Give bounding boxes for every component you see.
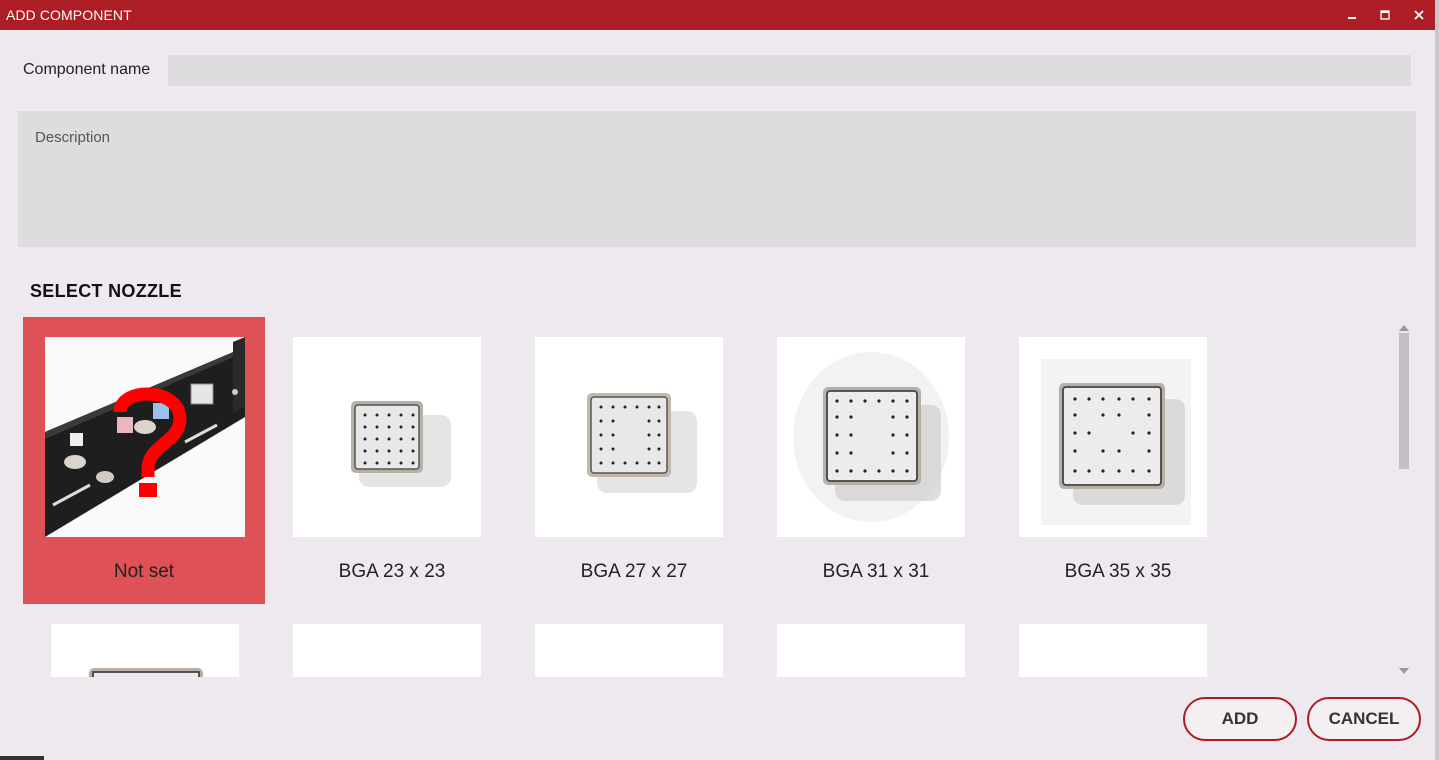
title-bar: ADD COMPONENT [0, 0, 1435, 30]
nozzle-tile[interactable] [271, 604, 513, 677]
nozzle-image [293, 624, 481, 677]
description-field[interactable] [18, 111, 1416, 247]
scroll-down-arrow-icon[interactable] [1398, 663, 1410, 674]
component-name-input[interactable] [168, 55, 1411, 86]
nozzle-image [51, 624, 239, 677]
nozzle-label: BGA 23 x 23 [338, 561, 446, 582]
minimize-icon [1348, 17, 1356, 19]
nozzle-image-bga-23 [293, 337, 481, 537]
nozzle-tile-not-set[interactable]: Not set [23, 317, 265, 604]
nozzle-tile-bga-31[interactable]: BGA 31 x 31 [755, 317, 997, 604]
window-title: ADD COMPONENT [6, 7, 132, 23]
nozzle-label: Not set [113, 561, 175, 582]
nozzle-image-bga-31 [777, 337, 965, 537]
nozzle-image-not-set [45, 337, 245, 537]
nozzle-label: BGA 35 x 35 [1064, 561, 1172, 582]
nozzle-image [535, 624, 723, 677]
nozzle-tile-bga-23[interactable]: BGA 23 x 23 [271, 317, 513, 604]
nozzle-label: BGA 27 x 27 [580, 561, 688, 582]
scrollbar-thumb[interactable] [1399, 333, 1409, 469]
close-button[interactable] [1404, 0, 1434, 30]
nozzle-tile[interactable] [755, 604, 997, 677]
nozzle-grid: Not set BGA 23 x 23 BGA 27 x 27 BGA 31 x… [18, 317, 1396, 677]
window-edge [1435, 0, 1439, 760]
nozzle-tile-bga-27[interactable]: BGA 27 x 27 [513, 317, 755, 604]
close-icon [1414, 10, 1424, 20]
component-name-label: Component name [23, 61, 151, 78]
select-nozzle-heading: SELECT NOZZLE [30, 281, 182, 301]
maximize-button[interactable] [1370, 0, 1400, 30]
nozzle-label: BGA 31 x 31 [822, 561, 930, 582]
add-button[interactable]: ADD [1183, 697, 1297, 741]
nozzle-image [1019, 624, 1207, 677]
nozzle-tile-bga-35[interactable]: BGA 35 x 35 [997, 317, 1239, 604]
nozzle-image [777, 624, 965, 677]
nozzle-tile[interactable] [513, 604, 755, 677]
cancel-button[interactable]: CANCEL [1307, 697, 1421, 741]
nozzle-image-bga-35 [1019, 337, 1207, 537]
scroll-up-arrow-icon[interactable] [1398, 320, 1410, 331]
nozzle-tile[interactable] [23, 604, 265, 677]
nozzle-tile[interactable] [997, 604, 1239, 677]
maximize-icon [1380, 10, 1390, 20]
minimize-button[interactable] [1337, 0, 1367, 30]
nozzle-image-bga-27 [535, 337, 723, 537]
taskbar-edge [0, 756, 44, 760]
